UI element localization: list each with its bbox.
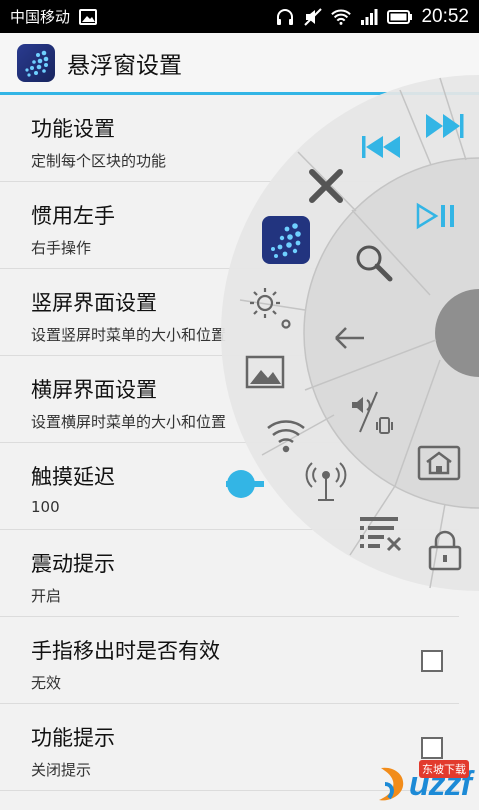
setting-landscape-ui[interactable]: 横屏界面设置 设置横屏时菜单的大小和位置 bbox=[0, 356, 459, 443]
setting-title: 横屏界面设置 bbox=[31, 378, 157, 402]
setting-title: 功能提示 bbox=[31, 726, 115, 750]
action-bar: 悬浮窗设置 bbox=[0, 33, 479, 95]
setting-subtitle: 开启 bbox=[31, 587, 62, 605]
setting-finger-out[interactable]: 手指移出时是否有效 无效 bbox=[0, 617, 459, 704]
image-icon bbox=[78, 8, 98, 26]
signal-icon bbox=[359, 8, 379, 26]
setting-title: 竖屏界面设置 bbox=[31, 291, 157, 315]
mute-icon bbox=[303, 7, 323, 26]
watermark-badge: 东坡下载 bbox=[419, 760, 469, 778]
setting-subtitle: 右手操作 bbox=[31, 239, 92, 257]
clock: 20:52 bbox=[421, 5, 469, 27]
finger-out-checkbox[interactable] bbox=[421, 650, 443, 672]
battery-icon bbox=[387, 8, 413, 26]
app-icon[interactable] bbox=[262, 216, 310, 264]
wifi-icon bbox=[331, 8, 352, 26]
setting-function[interactable]: 功能设置 定制每个区块的功能 bbox=[0, 95, 459, 182]
headphones-icon bbox=[275, 8, 295, 26]
watermark-logo-icon bbox=[378, 767, 404, 801]
setting-title: 功能设置 bbox=[31, 117, 115, 141]
setting-subtitle: 设置横屏时菜单的大小和位置 bbox=[31, 413, 227, 431]
setting-left-hand[interactable]: 惯用左手 右手操作 bbox=[0, 182, 459, 269]
page-title: 悬浮窗设置 bbox=[67, 52, 182, 79]
app-icon[interactable] bbox=[17, 43, 55, 82]
setting-portrait-ui[interactable]: 竖屏界面设置 设置竖屏时菜单的大小和位置 bbox=[0, 269, 459, 356]
function-hint-checkbox[interactable] bbox=[421, 737, 443, 759]
settings-list: 功能设置 定制每个区块的功能 惯用左手 右手操作 竖屏界面设置 设置竖屏时菜单的… bbox=[0, 95, 479, 791]
setting-subtitle: 无效 bbox=[31, 674, 62, 692]
carrier-label: 中国移动 bbox=[10, 8, 71, 26]
setting-vibration[interactable]: 震动提示 开启 bbox=[0, 530, 459, 617]
setting-title: 惯用左手 bbox=[31, 204, 115, 228]
setting-subtitle: 设置竖屏时菜单的大小和位置 bbox=[31, 326, 227, 344]
setting-title: 震动提示 bbox=[31, 552, 115, 576]
setting-title: 手指移出时是否有效 bbox=[31, 639, 220, 663]
watermark: uzzf 东坡下载 bbox=[375, 760, 472, 804]
status-bar: 中国移动 20:52 bbox=[0, 0, 479, 33]
setting-subtitle: 100 bbox=[31, 498, 60, 516]
